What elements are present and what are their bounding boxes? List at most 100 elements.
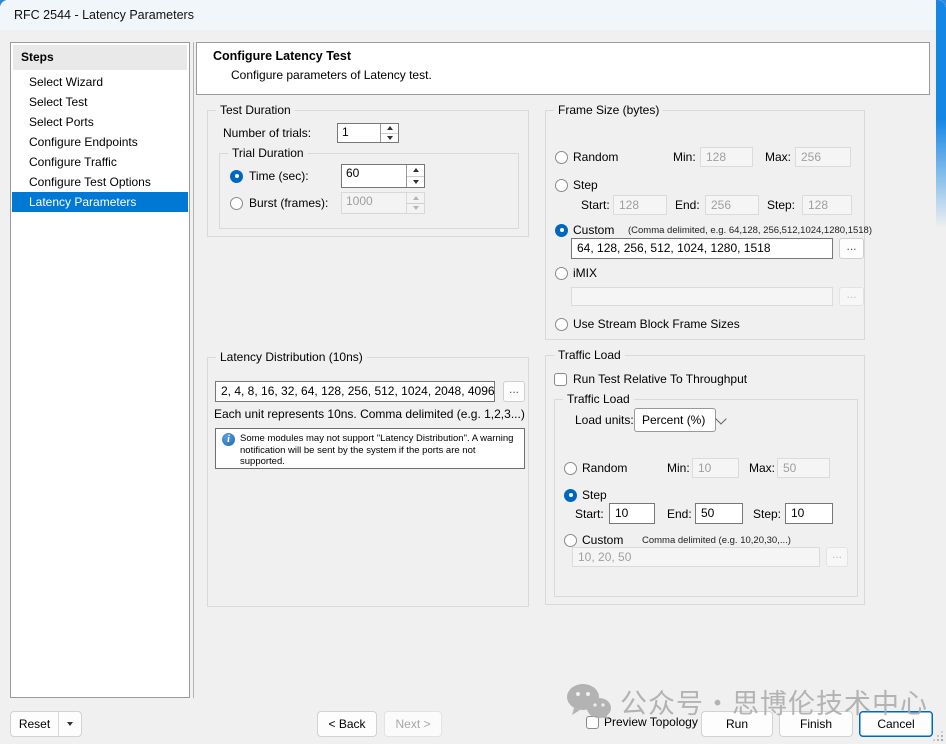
- steps-panel: Steps Select Wizard Select Test Select P…: [10, 42, 190, 698]
- page-header: Configure Latency Test Configure paramet…: [196, 42, 930, 95]
- preview-topology-checkbox[interactable]: [586, 716, 599, 729]
- load-units-value: Percent (%): [642, 413, 705, 427]
- fs-custom-hint: (Comma delimited, e.g. 64,128, 256,512,1…: [628, 225, 872, 236]
- time-spin-buttons[interactable]: [406, 165, 424, 187]
- tl-custom-hint: Comma delimited (e.g. 10,20,30,...): [642, 535, 791, 546]
- trials-spinner[interactable]: 1: [337, 123, 399, 143]
- fs-custom-radio[interactable]: [555, 224, 568, 237]
- load-units-label: Load units:: [575, 413, 634, 427]
- reset-button[interactable]: Reset: [11, 712, 58, 736]
- page-subtitle: Configure parameters of Latency test.: [231, 68, 432, 82]
- fs-step-label: Step: [573, 178, 598, 192]
- tl-min-field: 10: [692, 458, 739, 478]
- test-duration-group-label: Test Duration: [216, 103, 295, 118]
- fs-stepsize-label: Step:: [767, 198, 802, 212]
- finish-button[interactable]: Finish: [779, 711, 853, 737]
- burst-radio[interactable]: [230, 197, 243, 210]
- fs-streamblock-radio[interactable]: [555, 318, 568, 331]
- load-units-dropdown[interactable]: Percent (%): [634, 408, 716, 432]
- sidebar-item-latency-parameters[interactable]: Latency Parameters: [12, 192, 188, 212]
- tl-custom-label: Custom: [582, 533, 642, 547]
- fs-imix-field: [571, 287, 833, 306]
- fs-max-field: 256: [795, 147, 851, 167]
- fs-start-field: 128: [613, 195, 667, 215]
- sidebar-item-configure-test-options[interactable]: Configure Test Options: [12, 172, 188, 192]
- tl-step-label: Step: [582, 488, 607, 502]
- title-bar[interactable]: RFC 2544 - Latency Parameters: [0, 0, 946, 30]
- fs-streamblock-label: Use Stream Block Frame Sizes: [573, 317, 740, 331]
- spin-down-icon[interactable]: [407, 177, 424, 188]
- fs-start-label: Start:: [581, 198, 613, 212]
- sidebar-item-configure-traffic[interactable]: Configure Traffic: [12, 152, 188, 172]
- spin-up-icon[interactable]: [407, 165, 424, 177]
- tl-step-radio[interactable]: [564, 489, 577, 502]
- spin-down-icon: [407, 204, 424, 214]
- tl-end-field[interactable]: 50: [695, 503, 743, 524]
- panel-divider: [193, 42, 194, 698]
- sidebar-item-select-wizard[interactable]: Select Wizard: [12, 72, 188, 92]
- window-title: RFC 2544 - Latency Parameters: [14, 8, 194, 22]
- scrollbar-thumb[interactable]: [936, 0, 946, 228]
- tl-custom-radio[interactable]: [564, 534, 577, 547]
- latency-distribution-group-label: Latency Distribution (10ns): [216, 350, 367, 365]
- time-spinner[interactable]: 60: [341, 164, 425, 188]
- tl-random-label: Random: [582, 461, 667, 475]
- relative-throughput-checkbox[interactable]: [554, 373, 567, 386]
- run-button[interactable]: Run: [701, 711, 773, 737]
- steps-header: Steps: [13, 45, 187, 70]
- spin-up-icon: [407, 193, 424, 204]
- tl-max-label: Max:: [749, 461, 777, 475]
- trial-duration-group-label: Trial Duration: [228, 146, 308, 161]
- latency-info-text: Some modules may not support "Latency Di…: [240, 433, 518, 464]
- chevron-down-icon: [716, 413, 727, 424]
- spin-up-icon[interactable]: [381, 124, 398, 134]
- cancel-button[interactable]: Cancel: [859, 711, 933, 737]
- reset-split-button[interactable]: Reset: [10, 711, 82, 737]
- tl-custom-browse-button: ...: [826, 547, 848, 567]
- reset-dropdown-arrow[interactable]: [58, 712, 81, 736]
- spin-down-icon[interactable]: [381, 134, 398, 143]
- trials-value[interactable]: 1: [338, 124, 380, 142]
- latency-distribution-browse-button[interactable]: ...: [503, 381, 525, 402]
- tl-start-field[interactable]: 10: [609, 503, 655, 524]
- fs-random-radio[interactable]: [555, 151, 568, 164]
- trials-label: Number of trials:: [223, 126, 337, 140]
- tl-custom-field: 10, 20, 50: [572, 547, 820, 567]
- sidebar-item-configure-endpoints[interactable]: Configure Endpoints: [12, 132, 188, 152]
- test-duration-group: Test Duration Number of trials: 1 Trial …: [207, 110, 529, 237]
- tl-max-field: 50: [777, 458, 830, 478]
- frame-size-group-label: Frame Size (bytes): [554, 103, 663, 118]
- tl-random-radio[interactable]: [564, 462, 577, 475]
- burst-spinner: 1000: [341, 192, 425, 214]
- fs-imix-radio[interactable]: [555, 267, 568, 280]
- latency-distribution-hint: Each unit represents 10ns. Comma delimit…: [214, 407, 525, 421]
- fs-custom-field[interactable]: 64, 128, 256, 512, 1024, 1280, 1518: [571, 238, 833, 259]
- fs-custom-browse-button[interactable]: ...: [839, 238, 864, 259]
- sidebar-item-select-test[interactable]: Select Test: [12, 92, 188, 112]
- frame-size-group: Frame Size (bytes) Random Min: 128 Max: …: [545, 110, 865, 340]
- traffic-load-inner-label: Traffic Load: [563, 392, 634, 407]
- fs-imix-browse-button: ...: [839, 287, 864, 306]
- time-radio[interactable]: [230, 170, 243, 183]
- fs-imix-label: iMIX: [573, 266, 597, 280]
- traffic-load-group-label: Traffic Load: [554, 348, 625, 363]
- time-label: Time (sec):: [249, 169, 341, 183]
- fs-end-field: 256: [705, 195, 759, 215]
- burst-value: 1000: [342, 193, 406, 213]
- tl-stepsize-label: Step:: [753, 507, 785, 521]
- tl-min-label: Min:: [667, 461, 692, 475]
- traffic-load-group: Traffic Load Run Test Relative To Throug…: [545, 355, 865, 605]
- page-title: Configure Latency Test: [213, 49, 351, 63]
- trials-spin-buttons[interactable]: [380, 124, 398, 142]
- trial-duration-group: Trial Duration Time (sec): 60 Burst (fra…: [219, 153, 519, 229]
- latency-distribution-field[interactable]: 2, 4, 8, 16, 32, 64, 128, 256, 512, 1024…: [215, 381, 495, 402]
- tl-stepsize-field[interactable]: 10: [785, 503, 833, 524]
- preview-topology-label: Preview Topology: [604, 715, 698, 729]
- fs-max-label: Max:: [765, 150, 795, 164]
- back-button[interactable]: < Back: [317, 711, 377, 737]
- fs-step-radio[interactable]: [555, 179, 568, 192]
- time-value[interactable]: 60: [342, 165, 406, 187]
- resize-grip[interactable]: [932, 730, 944, 742]
- sidebar-item-select-ports[interactable]: Select Ports: [12, 112, 188, 132]
- fs-min-field: 128: [700, 147, 753, 167]
